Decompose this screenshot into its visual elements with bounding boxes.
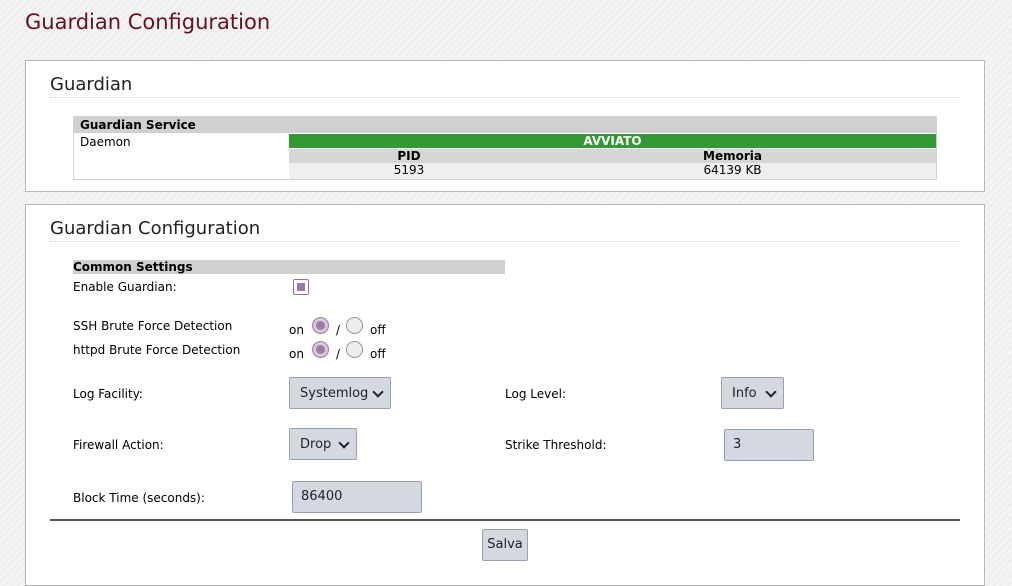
httpd-on-radio[interactable] <box>312 341 329 358</box>
firewall-action-value: Drop <box>300 437 332 452</box>
pid-column-header: PID <box>397 149 421 163</box>
block-time-label: Block Time (seconds): <box>73 491 205 505</box>
config-panel-title: Guardian Configuration <box>50 218 261 239</box>
page-title: Guardian Configuration <box>25 10 271 34</box>
service-table-header: Guardian Service <box>74 117 936 133</box>
pid-value: 5193 <box>393 163 425 177</box>
ssh-on-radio[interactable] <box>312 317 329 334</box>
guardian-panel-divider <box>50 97 960 98</box>
config-panel-divider <box>50 241 960 242</box>
chevron-down-icon <box>338 437 350 449</box>
service-name: Daemon <box>80 135 131 149</box>
log-level-value: Info <box>732 386 757 401</box>
chevron-down-icon <box>372 386 384 398</box>
firewall-action-label: Firewall Action: <box>73 438 164 452</box>
httpd-detection-label: httpd Brute Force Detection <box>73 343 241 357</box>
common-settings-header: Common Settings <box>73 260 505 274</box>
strike-threshold-label: Strike Threshold: <box>505 438 607 452</box>
save-button[interactable]: Salva <box>482 529 528 561</box>
enable-guardian-label: Enable Guardian: <box>73 280 177 294</box>
block-time-input[interactable]: 86400 <box>292 481 422 513</box>
httpd-separator: / <box>336 347 341 361</box>
guardian-config-panel: Guardian Configuration Common Settings E… <box>25 204 985 586</box>
ssh-separator: / <box>336 323 341 337</box>
log-facility-select[interactable]: Systemlog <box>289 377 391 409</box>
guardian-panel-title: Guardian <box>50 74 133 95</box>
httpd-on-label: on <box>289 347 304 361</box>
guardian-status-panel: Guardian Guardian Service Daemon AVVIATO… <box>25 60 985 192</box>
service-table: Guardian Service Daemon AVVIATO PID Memo… <box>73 116 937 180</box>
ssh-off-label: off <box>370 323 386 337</box>
log-facility-label: Log Facility: <box>73 387 143 401</box>
ssh-detection-label: SSH Brute Force Detection <box>73 319 233 333</box>
httpd-off-label: off <box>370 347 386 361</box>
strike-threshold-input[interactable]: 3 <box>724 429 814 461</box>
service-status-badge: AVVIATO <box>289 134 936 148</box>
chevron-down-icon <box>765 386 777 398</box>
memory-column-header: Memoria <box>703 149 762 163</box>
form-divider <box>50 519 960 521</box>
log-facility-value: Systemlog <box>300 386 369 401</box>
firewall-action-select[interactable]: Drop <box>289 428 357 460</box>
enable-guardian-checkbox[interactable] <box>293 279 309 295</box>
log-level-label: Log Level: <box>505 387 566 401</box>
memory-value: 64139 KB <box>703 163 762 177</box>
ssh-off-radio[interactable] <box>346 317 363 334</box>
httpd-off-radio[interactable] <box>346 341 363 358</box>
log-level-select[interactable]: Info <box>721 377 784 409</box>
service-header-label: Guardian Service <box>80 118 196 132</box>
service-values-row: 5193 64139 KB <box>289 163 936 179</box>
ssh-on-label: on <box>289 323 304 337</box>
service-columns-header: PID Memoria <box>289 149 936 163</box>
